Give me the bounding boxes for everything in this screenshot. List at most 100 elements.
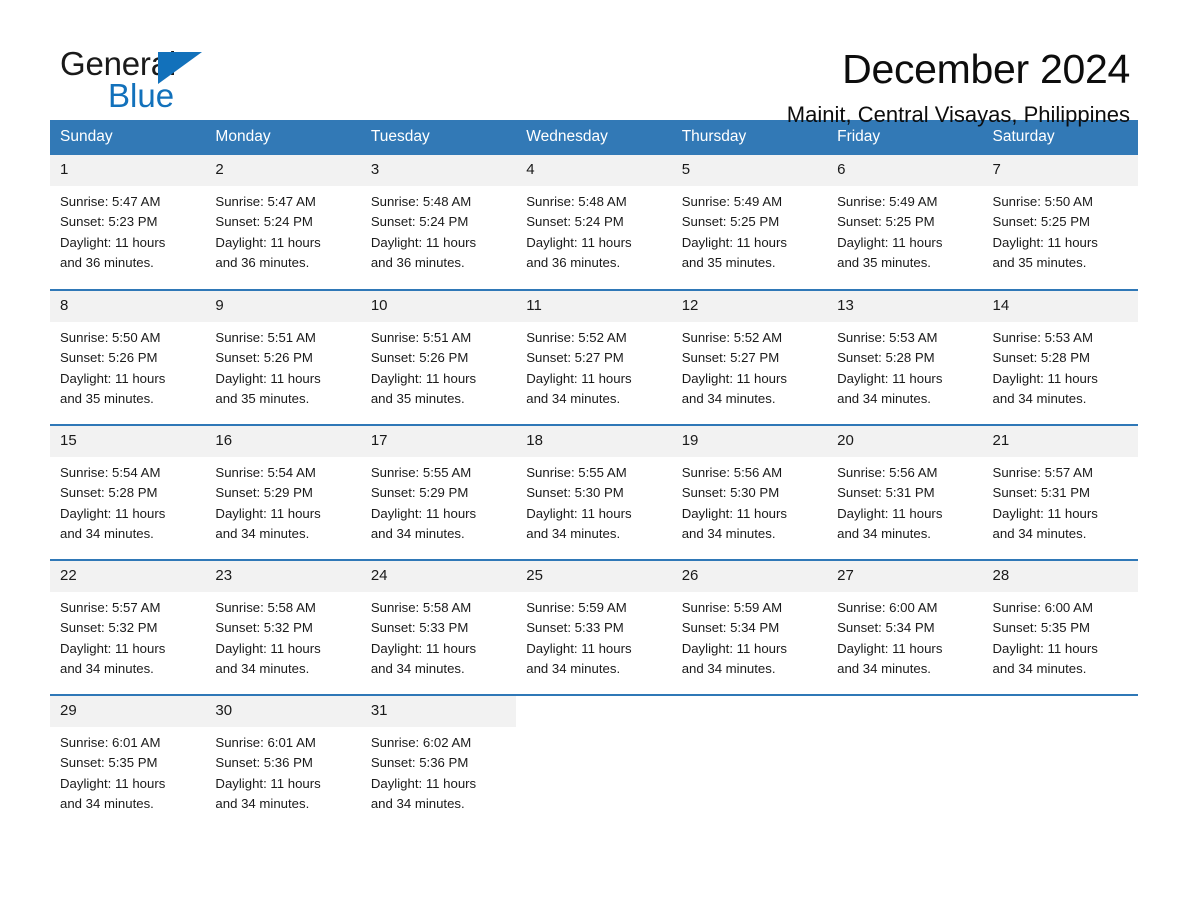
daylight-text-line2: and 36 minutes. xyxy=(215,254,310,270)
daylight-text-line1: Daylight: 11 hours xyxy=(992,640,1098,656)
daylight-text-line2: and 34 minutes. xyxy=(215,525,310,541)
day-details: Sunrise: 5:56 AM Sunset: 5:31 PM Daylight:… xyxy=(827,457,982,544)
calendar-day-cell[interactable]: 17 Sunrise: 5:55 AM Sunset: 5:29 PM Dayligh… xyxy=(360,424,517,560)
calendar-day-cell[interactable]: 25 Sunrise: 5:59 AM Sunset: 5:33 PM Dayligh… xyxy=(516,559,672,695)
calendar-day-cell[interactable]: 31 Sunrise: 6:02 AM Sunset: 5:36 PM Dayligh… xyxy=(360,694,517,815)
sunset-text: Sunset: 5:36 PM xyxy=(370,755,469,771)
calendar-day-cell[interactable]: 30 Sunrise: 6:01 AM Sunset: 5:36 PM Dayligh… xyxy=(205,694,361,815)
sunset-text: Sunset: 5:29 PM xyxy=(215,485,313,501)
calendar-day-cell[interactable]: 15 Sunrise: 5:54 AM Sunset: 5:28 PM Dayligh… xyxy=(50,424,206,560)
calendar-cell-empty xyxy=(982,694,1138,815)
day-details xyxy=(672,727,827,733)
calendar-day-cell[interactable]: 2 Sunrise: 5:47 AM Sunset: 5:24 PM Daylight… xyxy=(205,155,361,290)
calendar-day-cell[interactable]: 7 Sunrise: 5:50 AM Sunset: 5:25 PM Daylight… xyxy=(982,155,1138,290)
daylight-text-line1: Daylight: 11 hours xyxy=(681,234,787,250)
day-details: Sunrise: 5:53 AM Sunset: 5:28 PM Daylight:… xyxy=(983,322,1138,409)
calendar-day-cell[interactable]: 19 Sunrise: 5:56 AM Sunset: 5:30 PM Dayligh… xyxy=(671,424,828,560)
day-details: Sunrise: 5:55 AM Sunset: 5:30 PM Daylight:… xyxy=(516,457,671,544)
sunset-text: Sunset: 5:30 PM xyxy=(526,485,624,501)
sunset-text: Sunset: 5:33 PM xyxy=(370,620,469,636)
sunrise-text: Sunrise: 5:53 AM xyxy=(992,330,1093,345)
calendar-day-cell[interactable]: 3 Sunrise: 5:48 AM Sunset: 5:24 PM Daylight… xyxy=(360,155,517,290)
daylight-text-line1: Daylight: 11 hours xyxy=(681,370,787,386)
calendar-day-cell[interactable]: 14 Sunrise: 5:53 AM Sunset: 5:28 PM Dayligh… xyxy=(982,289,1138,425)
day-number: 11 xyxy=(516,291,672,322)
calendar-day-cell[interactable]: 13 Sunrise: 5:53 AM Sunset: 5:28 PM Dayligh… xyxy=(827,289,983,425)
daylight-text-line1: Daylight: 11 hours xyxy=(837,234,943,250)
daylight-text-line1: Daylight: 11 hours xyxy=(526,640,632,656)
triangle-right-icon xyxy=(158,52,202,84)
sunrise-text: Sunrise: 6:02 AM xyxy=(370,735,472,750)
calendar-day-cell[interactable]: 5 Sunrise: 5:49 AM Sunset: 5:25 PM Daylight… xyxy=(671,155,828,290)
day-details: Sunrise: 5:50 AM Sunset: 5:25 PM Daylight:… xyxy=(983,186,1138,273)
daylight-text-line2: and 34 minutes. xyxy=(370,525,465,541)
daylight-text-line1: Daylight: 11 hours xyxy=(370,775,477,791)
calendar-day-cell[interactable]: 10 Sunrise: 5:51 AM Sunset: 5:26 PM Dayligh… xyxy=(360,289,517,425)
day-details: Sunrise: 6:00 AM Sunset: 5:35 PM Daylight:… xyxy=(983,592,1138,679)
sunrise-text: Sunrise: 6:00 AM xyxy=(992,600,1093,615)
sunrise-text: Sunrise: 5:58 AM xyxy=(215,600,316,615)
daylight-text-line1: Daylight: 11 hours xyxy=(370,505,477,521)
generalblue-logo[interactable]: General Blue xyxy=(60,46,320,116)
calendar-day-cell[interactable]: 20 Sunrise: 5:56 AM Sunset: 5:31 PM Dayligh… xyxy=(827,424,983,560)
sunset-text: Sunset: 5:31 PM xyxy=(837,485,935,501)
sunset-text: Sunset: 5:35 PM xyxy=(60,755,158,771)
day-number: 9 xyxy=(205,291,361,322)
daylight-text-line2: and 35 minutes. xyxy=(215,390,310,406)
daylight-text-line1: Daylight: 11 hours xyxy=(215,505,321,521)
daylight-text-line1: Daylight: 11 hours xyxy=(837,640,943,656)
daylight-text-line1: Daylight: 11 hours xyxy=(215,370,321,386)
day-number xyxy=(827,696,983,727)
day-details: Sunrise: 5:50 AM Sunset: 5:26 PM Daylight:… xyxy=(50,322,205,409)
day-details: Sunrise: 6:00 AM Sunset: 5:34 PM Daylight:… xyxy=(827,592,982,679)
calendar-day-cell[interactable]: 6 Sunrise: 5:49 AM Sunset: 5:25 PM Daylight… xyxy=(827,155,983,290)
calendar-day-cell[interactable]: 23 Sunrise: 5:58 AM Sunset: 5:32 PM Dayligh… xyxy=(205,559,361,695)
calendar-day-cell[interactable]: 4 Sunrise: 5:48 AM Sunset: 5:24 PM Daylight… xyxy=(516,155,672,290)
day-details: Sunrise: 5:48 AM Sunset: 5:24 PM Daylight:… xyxy=(516,186,671,273)
sunrise-text: Sunrise: 5:50 AM xyxy=(992,194,1093,209)
daylight-text-line2: and 35 minutes. xyxy=(837,254,931,270)
calendar-week-row: 1 Sunrise: 5:47 AM Sunset: 5:23 PM Daylight… xyxy=(50,155,1138,290)
day-number: 22 xyxy=(50,561,206,592)
day-details: Sunrise: 6:02 AM Sunset: 5:36 PM Daylight:… xyxy=(361,727,516,814)
calendar-day-cell[interactable]: 29 Sunrise: 6:01 AM Sunset: 5:35 PM Dayligh… xyxy=(50,694,206,815)
daylight-text-line2: and 34 minutes. xyxy=(681,390,776,406)
daylight-text-line1: Daylight: 11 hours xyxy=(60,370,166,386)
daylight-text-line1: Daylight: 11 hours xyxy=(837,370,943,386)
day-details: Sunrise: 5:48 AM Sunset: 5:24 PM Daylight:… xyxy=(361,186,516,273)
calendar-day-cell[interactable]: 27 Sunrise: 6:00 AM Sunset: 5:34 PM Dayligh… xyxy=(827,559,983,695)
calendar-day-cell[interactable]: 16 Sunrise: 5:54 AM Sunset: 5:29 PM Dayligh… xyxy=(205,424,361,560)
day-details xyxy=(983,727,1138,733)
day-details: Sunrise: 5:47 AM Sunset: 5:23 PM Daylight:… xyxy=(50,186,205,273)
sunrise-text: Sunrise: 5:47 AM xyxy=(215,194,316,209)
day-number: 16 xyxy=(205,426,361,457)
daylight-text-line2: and 34 minutes. xyxy=(370,795,465,811)
daylight-text-line2: and 34 minutes. xyxy=(215,795,310,811)
sunrise-text: Sunrise: 5:57 AM xyxy=(992,465,1093,480)
sunrise-text: Sunrise: 5:57 AM xyxy=(60,600,161,615)
day-details: Sunrise: 5:49 AM Sunset: 5:25 PM Daylight:… xyxy=(827,186,982,273)
calendar-day-cell[interactable]: 12 Sunrise: 5:52 AM Sunset: 5:27 PM Dayligh… xyxy=(671,289,828,425)
sunset-text: Sunset: 5:24 PM xyxy=(215,214,313,230)
daylight-text-line2: and 36 minutes. xyxy=(526,254,621,270)
calendar-day-cell[interactable]: 8 Sunrise: 5:50 AM Sunset: 5:26 PM Daylight… xyxy=(50,289,206,425)
calendar-week-row: 22 Sunrise: 5:57 AM Sunset: 5:32 PM Dayligh… xyxy=(50,559,1138,695)
day-details: Sunrise: 5:52 AM Sunset: 5:27 PM Daylight:… xyxy=(672,322,827,409)
calendar-day-cell[interactable]: 21 Sunrise: 5:57 AM Sunset: 5:31 PM Dayligh… xyxy=(982,424,1138,560)
calendar-day-cell[interactable]: 24 Sunrise: 5:58 AM Sunset: 5:33 PM Dayligh… xyxy=(360,559,517,695)
calendar-day-cell[interactable]: 28 Sunrise: 6:00 AM Sunset: 5:35 PM Dayligh… xyxy=(982,559,1138,695)
calendar-day-cell[interactable]: 11 Sunrise: 5:52 AM Sunset: 5:27 PM Dayligh… xyxy=(516,289,672,425)
calendar-day-cell[interactable]: 9 Sunrise: 5:51 AM Sunset: 5:26 PM Daylight… xyxy=(205,289,361,425)
daylight-text-line2: and 34 minutes. xyxy=(60,525,154,541)
calendar-day-cell[interactable]: 18 Sunrise: 5:55 AM Sunset: 5:30 PM Dayligh… xyxy=(516,424,672,560)
daylight-text-line1: Daylight: 11 hours xyxy=(681,505,787,521)
calendar-day-cell[interactable]: 1 Sunrise: 5:47 AM Sunset: 5:23 PM Daylight… xyxy=(50,155,206,290)
sunset-text: Sunset: 5:30 PM xyxy=(681,485,780,501)
calendar-day-cell[interactable]: 26 Sunrise: 5:59 AM Sunset: 5:34 PM Dayligh… xyxy=(671,559,828,695)
day-number xyxy=(982,696,1138,727)
sunset-text: Sunset: 5:26 PM xyxy=(215,350,313,366)
sunset-text: Sunset: 5:31 PM xyxy=(992,485,1091,501)
sunrise-text: Sunrise: 5:53 AM xyxy=(837,330,938,345)
calendar-day-cell[interactable]: 22 Sunrise: 5:57 AM Sunset: 5:32 PM Dayligh… xyxy=(50,559,206,695)
daylight-text-line2: and 34 minutes. xyxy=(526,525,621,541)
